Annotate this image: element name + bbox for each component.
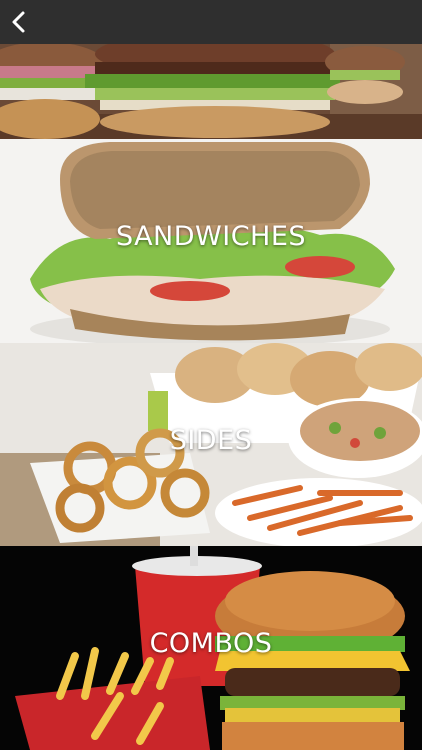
category-label: SIDES: [169, 425, 253, 456]
menu-category-screen: SANDWICHES SIDES COMBOS: [0, 0, 422, 750]
burger-photo: [0, 44, 422, 139]
chevron-left-icon: [12, 11, 25, 33]
category-tile-combos[interactable]: COMBOS: [0, 546, 422, 750]
back-button[interactable]: [4, 6, 36, 38]
category-label: SANDWICHES: [115, 221, 307, 252]
category-tile-burgers[interactable]: [0, 44, 422, 139]
navigation-bar: [0, 0, 422, 44]
category-tile-sandwiches[interactable]: SANDWICHES: [0, 139, 422, 343]
category-tile-sides[interactable]: SIDES: [0, 343, 422, 546]
category-label: COMBOS: [149, 628, 273, 659]
